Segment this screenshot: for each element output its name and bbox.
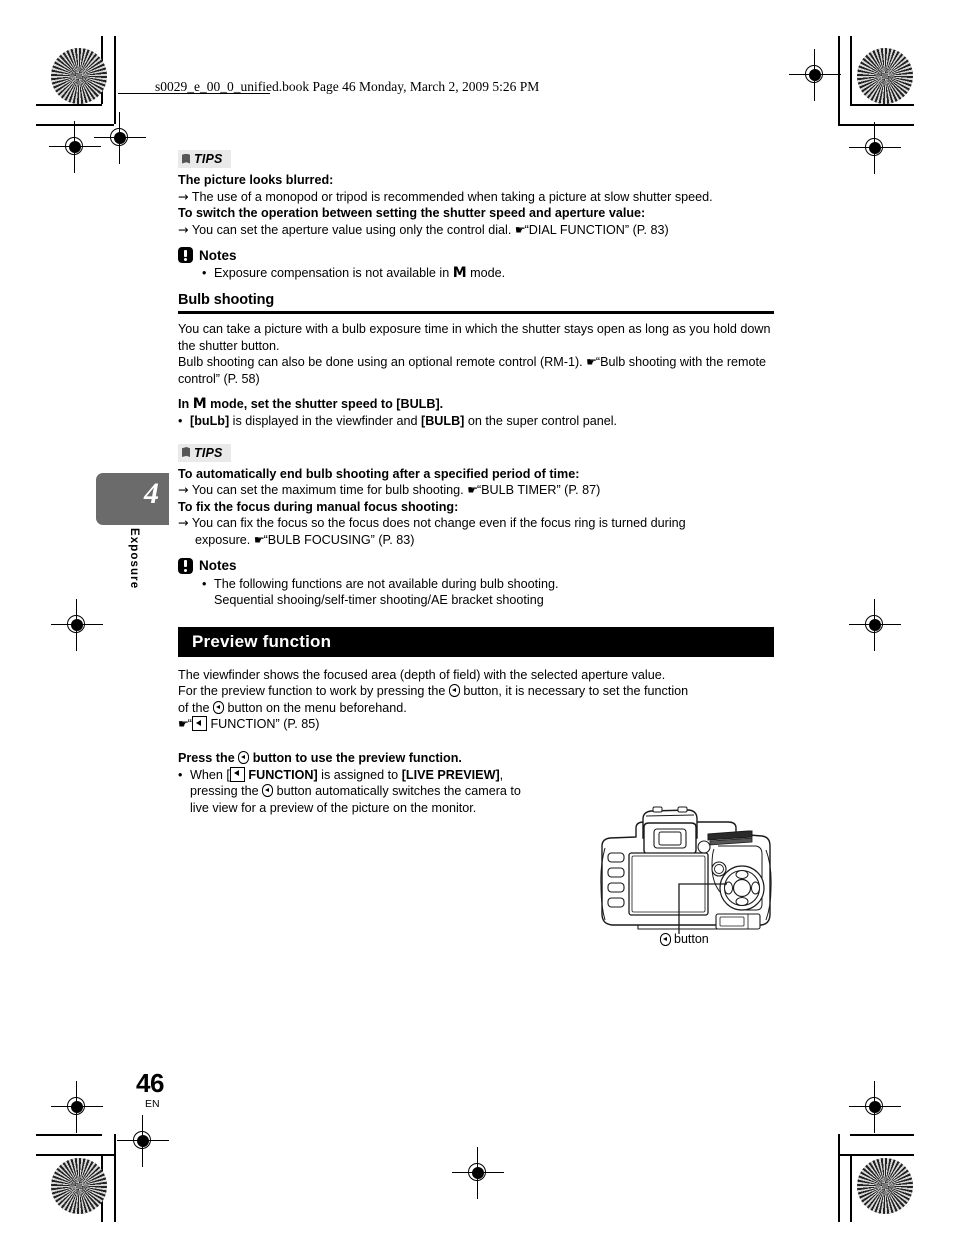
book-icon xyxy=(182,154,191,165)
pointing-hand-icon: ☛ xyxy=(586,355,597,370)
preview-button-icon xyxy=(448,684,460,698)
chapter-name: Exposure xyxy=(128,528,140,590)
pointing-hand-icon: ☛ xyxy=(253,532,265,547)
bulb-bullet-1: • [buLb] is displayed in the viewfinder a… xyxy=(178,413,618,428)
notes-header: Notes xyxy=(178,557,774,574)
bullet-icon: • xyxy=(178,413,183,428)
heading-rule xyxy=(178,310,774,314)
notes-title: Notes xyxy=(199,247,237,263)
arrow-icon: → xyxy=(178,515,189,531)
mode-m-glyph: M xyxy=(452,265,467,282)
arrow-icon: → xyxy=(178,188,189,204)
tips-block-2: TIPS To automatically end bulb shooting … xyxy=(178,443,774,549)
header-file-info: s0029_e_00_0_unified.book Page 46 Monday… xyxy=(155,79,540,94)
tips-badge: TIPS xyxy=(178,150,231,168)
tips-badge: TIPS xyxy=(178,443,231,462)
preview-button-icon xyxy=(238,751,250,765)
page-language: EN xyxy=(145,1098,160,1110)
preview-para-line-2: For the preview function to work by pres… xyxy=(178,684,689,699)
registration-starburst xyxy=(857,48,913,104)
registration-mark xyxy=(849,1081,901,1133)
notes-block-1: Notes • Exposure compensation is not avai… xyxy=(178,247,774,282)
preview-button-icon xyxy=(213,700,225,714)
tips1-line-1: → The use of a monopod or tripod is reco… xyxy=(178,188,713,204)
arrow-icon: → xyxy=(178,221,189,237)
chapter-tab: 4 xyxy=(96,473,169,525)
registration-mark xyxy=(94,112,146,164)
book-icon xyxy=(182,447,191,458)
tips2-line-1: → You can set the maximum time for bulb … xyxy=(178,482,601,498)
function-button-icon xyxy=(191,716,207,732)
notes-header: Notes xyxy=(178,247,774,264)
manual-page: s0029_e_00_0_unified.book Page 46 Monday… xyxy=(0,0,954,1258)
notes-title: Notes xyxy=(199,558,237,573)
registration-starburst xyxy=(51,48,107,104)
preview-bullet-1-line-2: pressing the button automatically switch… xyxy=(190,784,521,799)
main-content: TIPS The picture looks blurred: → The us… xyxy=(178,150,774,816)
tips2-heading-2: To fix the focus during manual focus sho… xyxy=(178,499,459,514)
notes2-item-1: • The following functions are not availab… xyxy=(202,576,559,591)
bullet-icon: • xyxy=(178,767,183,782)
registration-starburst xyxy=(51,1158,107,1214)
bulb-shooting-heading: Bulb shooting xyxy=(178,291,275,308)
warning-icon xyxy=(178,247,193,264)
registration-mark xyxy=(452,1147,504,1199)
tips2-heading-1: To automatically end bulb shooting after… xyxy=(178,466,580,481)
tips2-line-2-cont: exposure. ☛“BULB FOCUSING” (P. 83) xyxy=(195,532,415,547)
bulb-para-1: You can take a picture with a bulb expos… xyxy=(178,321,771,353)
registration-mark xyxy=(849,122,901,174)
page-number: 46 xyxy=(136,1068,164,1098)
mode-m-glyph: M xyxy=(192,396,207,413)
preview-ref-line: ☛“ FUNCTION” (P. 85) xyxy=(178,716,320,732)
function-button-icon xyxy=(229,766,245,782)
notes1-item-1: • Exposure compensation is not available … xyxy=(202,265,506,282)
tips1-heading-2: To switch the operation between setting … xyxy=(178,206,646,221)
notes2-item-1-cont: Sequential shooing/self-timer shooting/A… xyxy=(214,593,544,608)
preview-bullet-1: • When [ FUNCTION] is assigned to [LIVE P… xyxy=(178,766,504,782)
pointing-hand-icon: ☛ xyxy=(514,222,526,237)
tips2-line-2: → You can fix the focus so the focus doe… xyxy=(178,515,686,531)
preview-bullet-1-line-3: live view for a preview of the picture o… xyxy=(190,800,477,815)
registration-mark xyxy=(51,599,103,651)
registration-mark xyxy=(51,1081,103,1133)
registration-mark xyxy=(789,49,841,101)
tips1-heading-1: The picture looks blurred: xyxy=(178,173,334,187)
registration-mark xyxy=(49,121,101,173)
section-title: Preview function xyxy=(192,631,332,651)
preview-function-section-bar: Preview function xyxy=(178,626,774,657)
figure-caption: button xyxy=(660,932,709,946)
tips-badge-label: TIPS xyxy=(194,152,223,166)
notes-block-2: Notes • The following functions are not a… xyxy=(178,557,774,609)
arrow-icon: → xyxy=(178,482,189,498)
registration-mark xyxy=(849,599,901,651)
registration-mark xyxy=(117,1115,169,1167)
preview-button-icon xyxy=(660,932,671,946)
bulb-para-2: Bulb shooting can also be done using an … xyxy=(178,355,767,386)
tips-badge-label: TIPS xyxy=(194,445,223,460)
bullet-icon: • xyxy=(202,266,207,281)
tips-block-1: TIPS The picture looks blurred: → The us… xyxy=(178,150,774,238)
figure-caption-text: button xyxy=(674,932,709,946)
preview-button-icon xyxy=(262,784,274,798)
preview-instruction: Press the button to use the preview func… xyxy=(178,751,462,766)
bulb-instruction: In M mode, set the shutter speed to [BUL… xyxy=(178,396,444,413)
pointing-hand-icon: ☛ xyxy=(178,717,189,732)
bullet-icon: • xyxy=(202,576,207,591)
registration-starburst xyxy=(857,1158,913,1214)
chapter-number: 4 xyxy=(144,477,159,510)
preview-para-line-1: The viewfinder shows the focused area (d… xyxy=(178,667,666,682)
pointing-hand-icon: ☛ xyxy=(467,483,478,498)
preview-para-line-3: of the button on the menu beforehand. xyxy=(178,700,407,715)
warning-icon xyxy=(178,557,193,574)
tips1-line-2: → You can set the aperture value using o… xyxy=(178,221,669,237)
